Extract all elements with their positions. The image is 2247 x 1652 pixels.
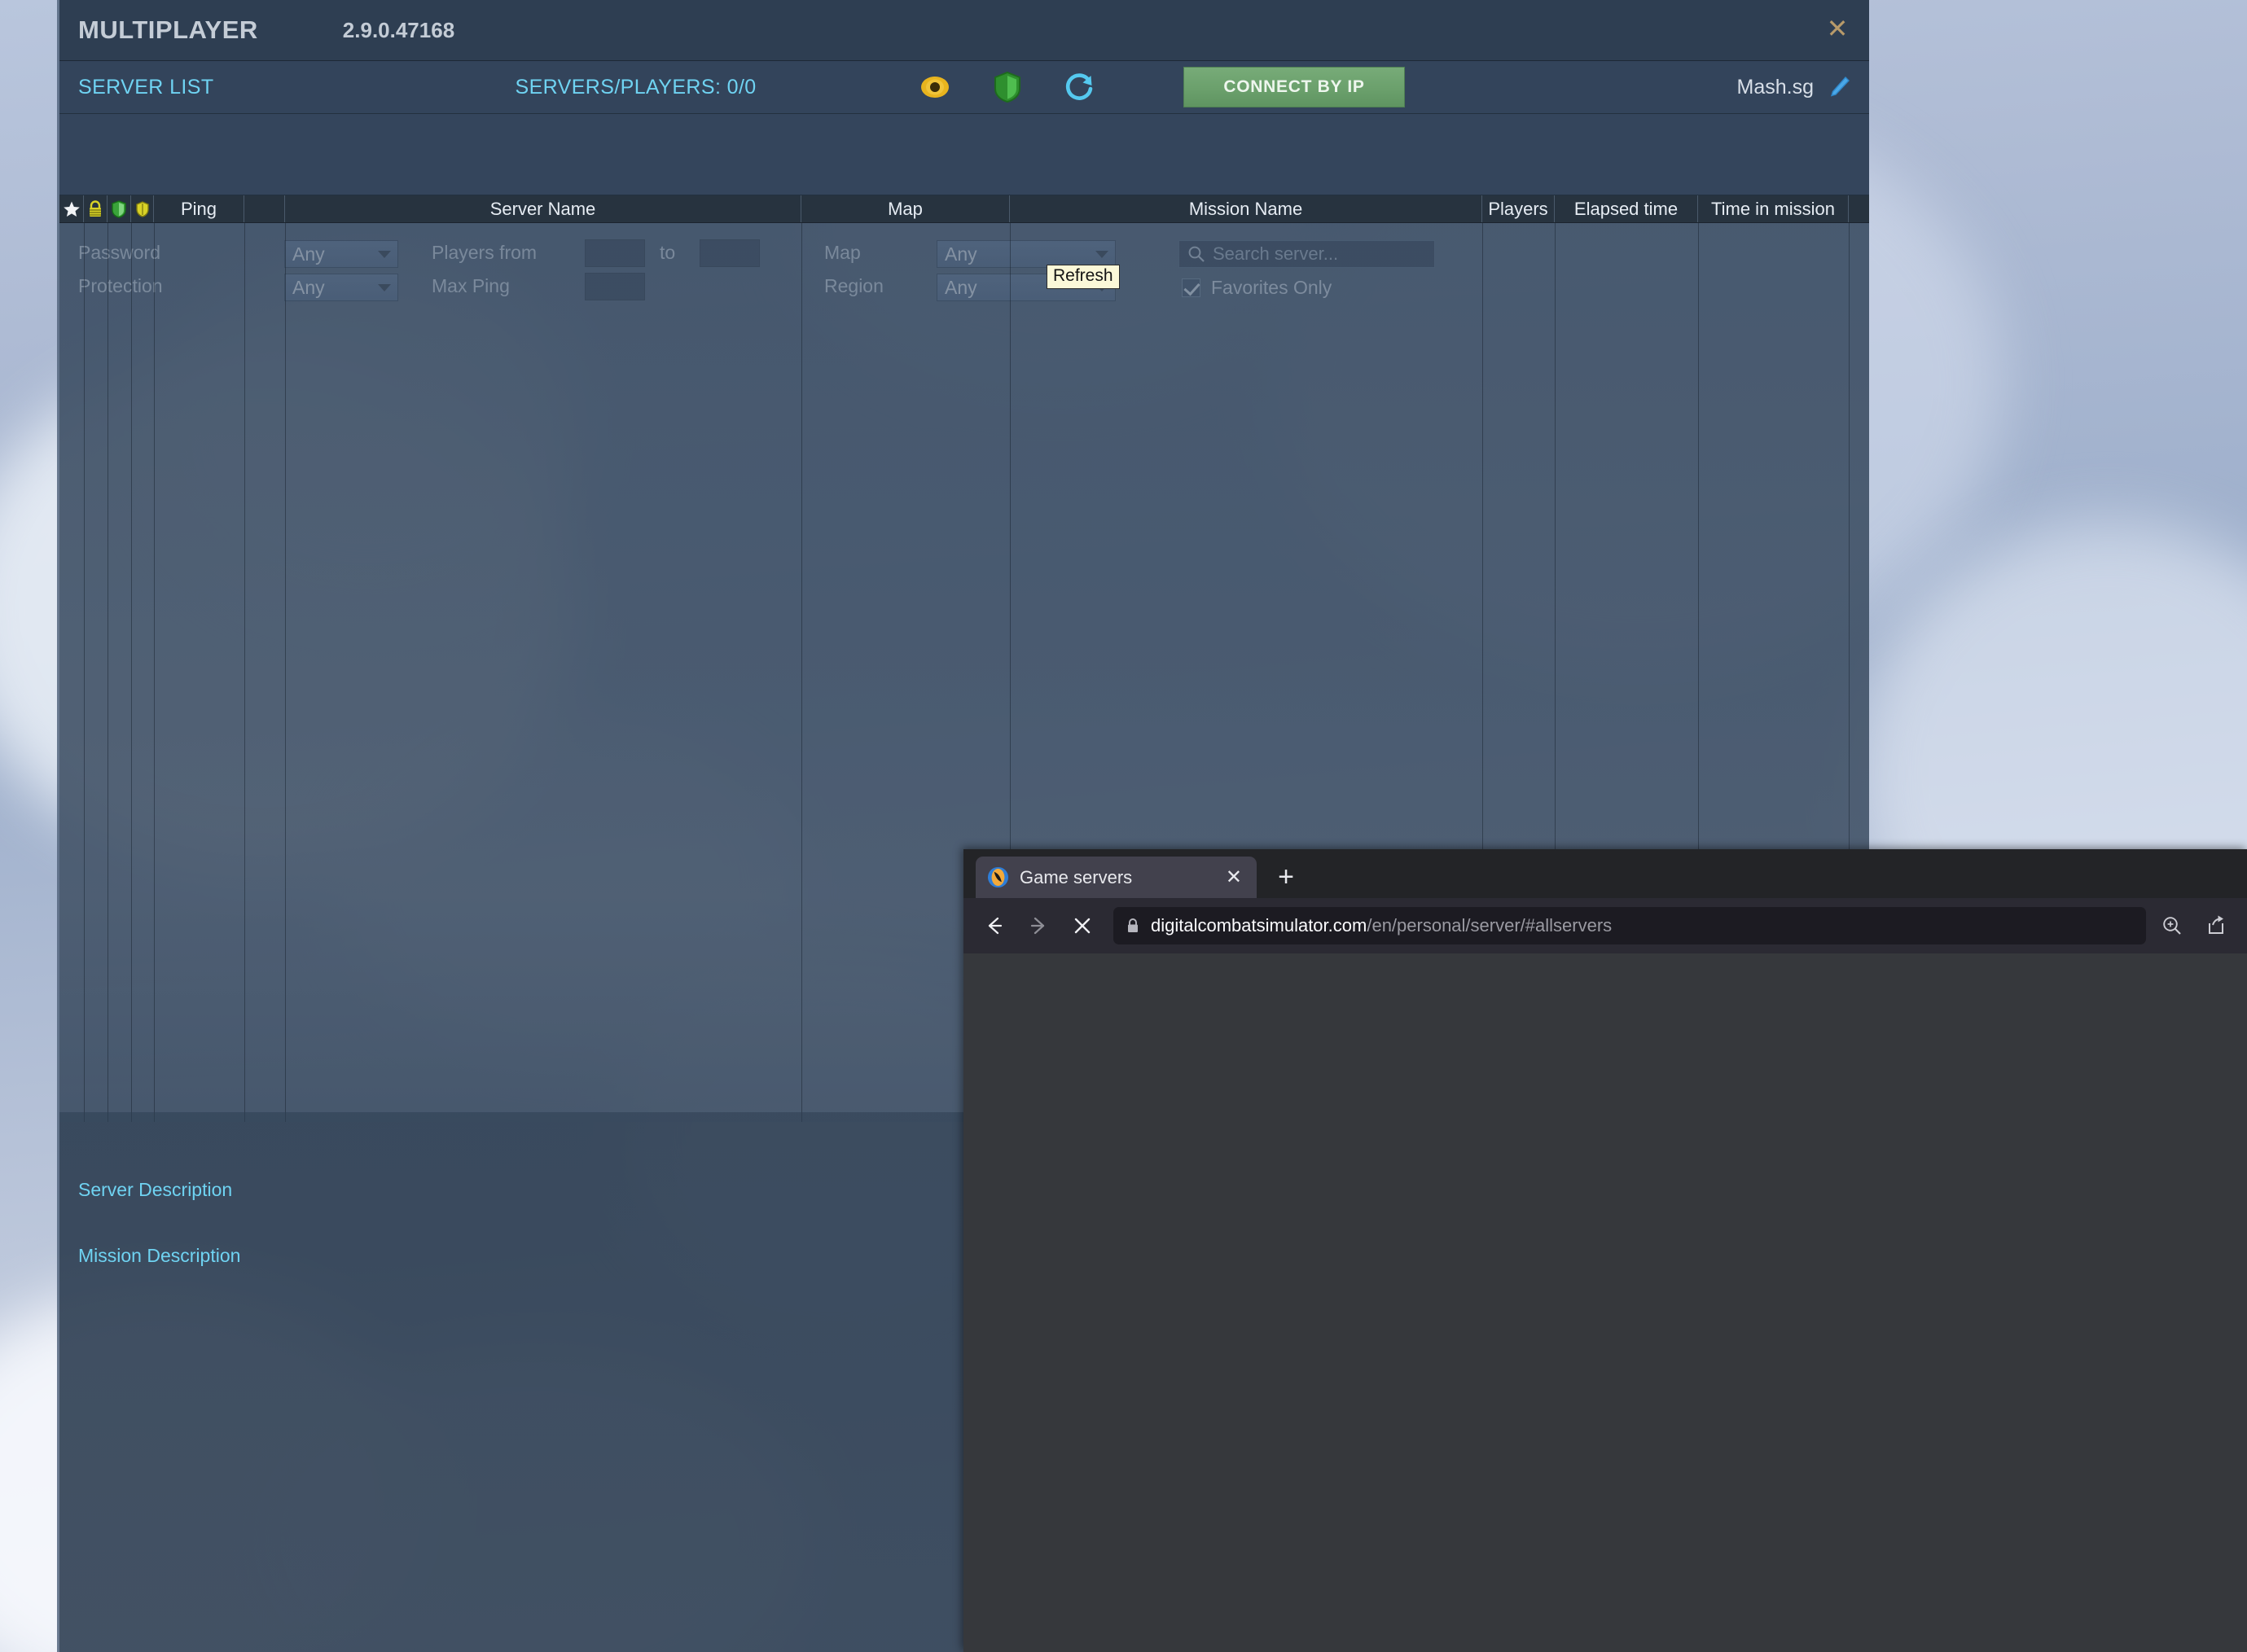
firefox-icon: [987, 866, 1009, 888]
pencil-icon[interactable]: [1827, 75, 1851, 99]
new-tab-button[interactable]: +: [1268, 859, 1304, 895]
column-header-map[interactable]: Map: [801, 195, 1010, 222]
url-input[interactable]: digitalcombatsimulator.com/en/personal/s…: [1113, 907, 2146, 944]
url-text: digitalcombatsimulator.com/en/personal/s…: [1151, 915, 1612, 936]
star-icon: [63, 201, 80, 217]
arrow-right-icon: [1030, 917, 1045, 935]
connect-by-ip-button[interactable]: CONNECT BY IP: [1183, 67, 1405, 107]
browser-tab-title: Game servers: [1020, 866, 1133, 887]
lock-icon: [1128, 918, 1138, 932]
description-panel: Server Description Mission Description: [59, 1112, 972, 1652]
servers-players-count: SERVERS/PLAYERS: 0/0: [515, 75, 757, 99]
server-description-label: Server Description: [78, 1179, 233, 1200]
version-label: 2.9.0.47168: [342, 17, 455, 42]
tab-server-list[interactable]: SERVER LIST: [78, 76, 214, 99]
eye-icon[interactable]: [919, 71, 951, 103]
stop-button[interactable]: [1064, 908, 1100, 944]
filter-bar: Password Any Protection Any Players from…: [59, 114, 1869, 301]
user-name-label: Mash.sg: [1736, 75, 1814, 99]
server-table-header: Ping Server Name Map Mission Name Player…: [59, 195, 1869, 223]
back-button[interactable]: [976, 908, 1012, 944]
panel-titlebar: MULTIPLAYER 2.9.0.47168 ✕: [59, 0, 1869, 61]
share-icon: [2209, 915, 2223, 934]
column-header-protection-green[interactable]: [108, 195, 131, 222]
shield-yellow-icon: [135, 200, 149, 217]
share-button[interactable]: [2198, 908, 2234, 944]
column-header-players[interactable]: Players: [1482, 195, 1555, 222]
column-header-server-name[interactable]: Server Name: [285, 195, 801, 222]
forward-button[interactable]: [1020, 908, 1056, 944]
page-title: MULTIPLAYER: [78, 15, 258, 44]
browser-tab-bar: Game servers ✕ +: [963, 849, 2247, 898]
browser-nav-bar: digitalcombatsimulator.com/en/personal/s…: [963, 898, 2247, 953]
close-icon[interactable]: ✕: [1823, 15, 1851, 44]
browser-content-area[interactable]: [963, 953, 2247, 1652]
close-icon: [1074, 918, 1091, 934]
refresh-icon[interactable]: [1064, 71, 1096, 103]
mission-description-label: Mission Description: [78, 1245, 241, 1266]
browser-window: Game servers ✕ + digitalcombatsimulator.…: [963, 849, 2247, 1652]
url-path: /en/personal/server/#allservers: [1367, 915, 1613, 936]
column-header-favorite[interactable]: [59, 195, 84, 222]
column-header-time-in-mission[interactable]: Time in mission: [1698, 195, 1849, 222]
url-domain: digitalcombatsimulator.com: [1151, 915, 1367, 936]
column-header-elapsed-time[interactable]: Elapsed time: [1555, 195, 1698, 222]
lock-icon: [90, 199, 101, 217]
column-header-password[interactable]: [84, 195, 108, 222]
panel-subbar: SERVER LIST SERVERS/PLAYERS: 0/0 CONNECT…: [59, 61, 1869, 114]
arrow-left-icon: [988, 917, 1003, 935]
column-header-spacer-1[interactable]: [244, 195, 285, 222]
zoom-in-icon: [2163, 917, 2181, 935]
user-area: Mash.sg: [1737, 75, 1851, 99]
shield-icon[interactable]: [991, 71, 1024, 103]
refresh-tooltip: Refresh: [1047, 265, 1120, 289]
close-icon[interactable]: ✕: [1222, 865, 1245, 889]
column-header-protection-yellow[interactable]: [131, 195, 154, 222]
zoom-button[interactable]: [2154, 908, 2190, 944]
column-header-mission-name[interactable]: Mission Name: [1010, 195, 1482, 222]
column-header-ping[interactable]: Ping: [154, 195, 244, 222]
subbar-icon-group: [919, 71, 1096, 103]
shield-green-icon: [112, 199, 126, 218]
column-header-spacer-2[interactable]: [1849, 195, 1869, 222]
browser-tab-game-servers[interactable]: Game servers ✕: [976, 857, 1257, 898]
